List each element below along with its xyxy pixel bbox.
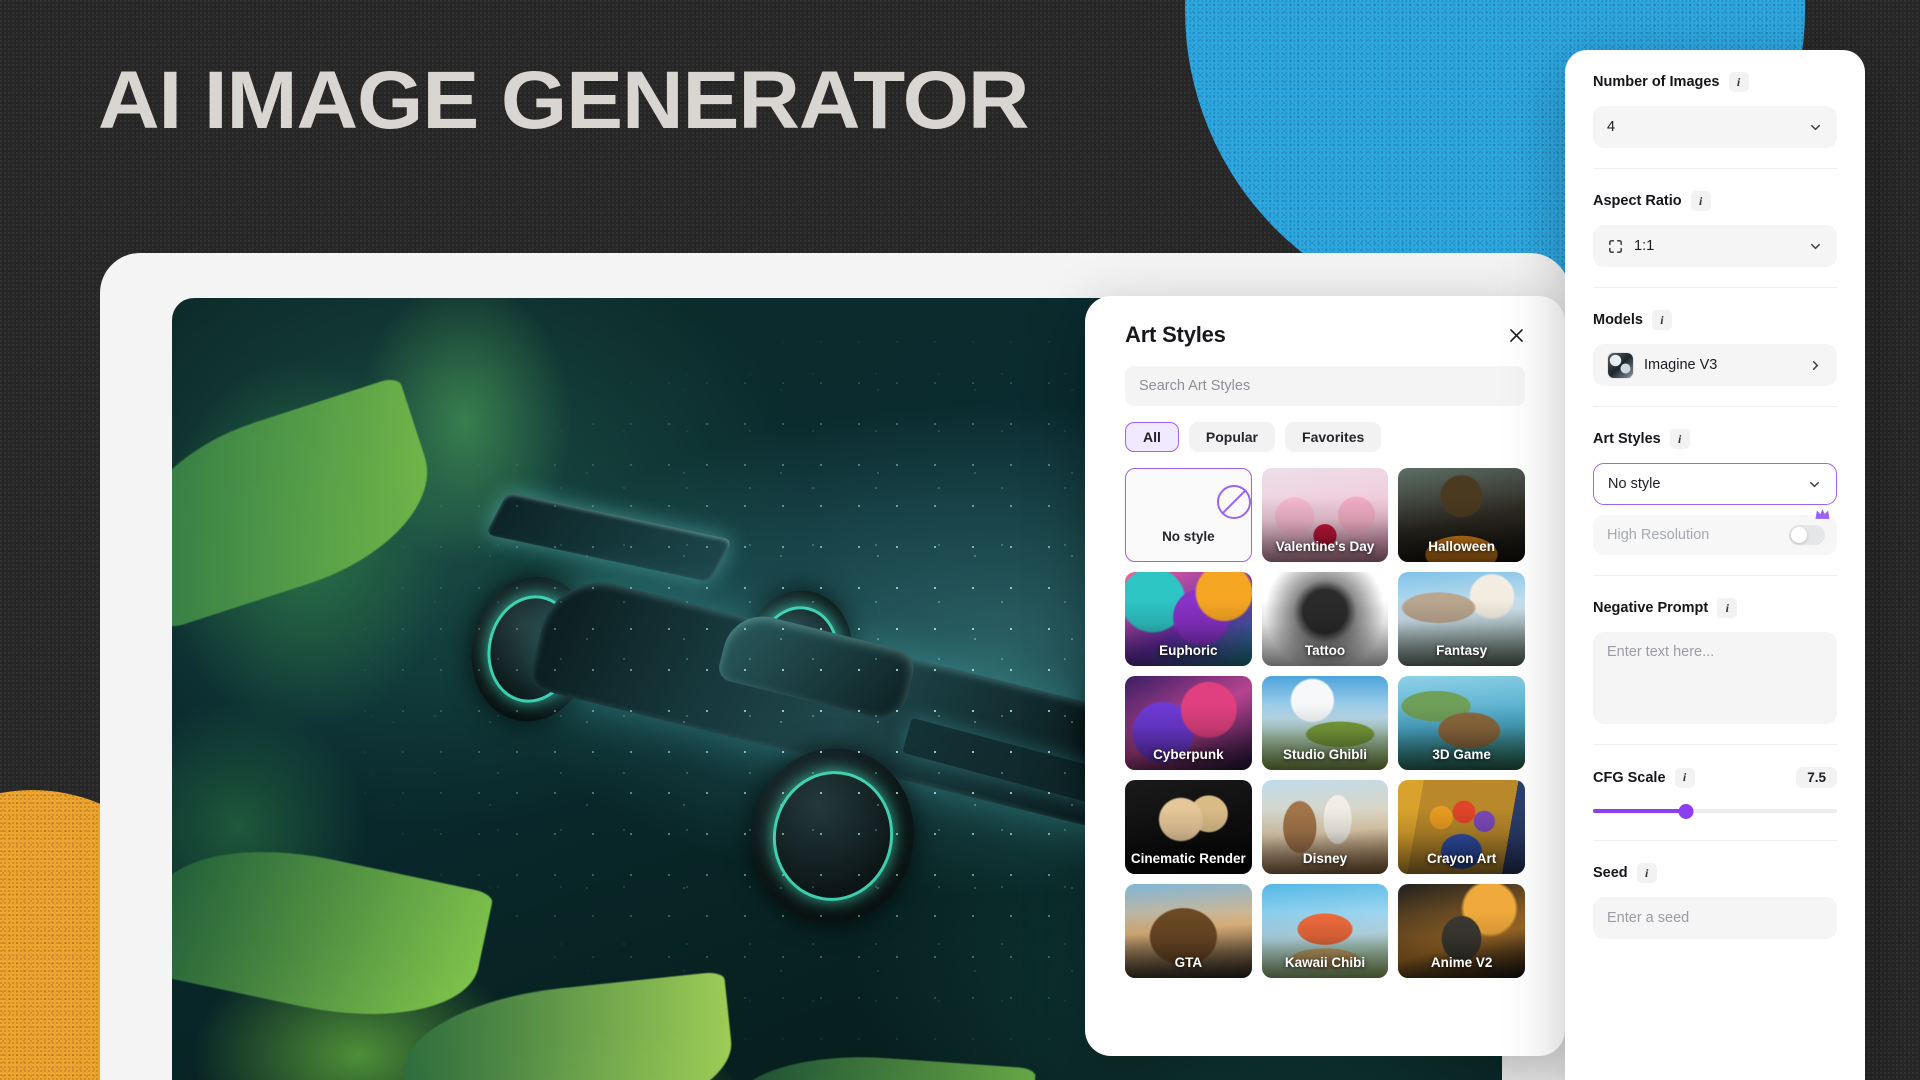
art-style-tile-tattoo[interactable]: Tattoo: [1261, 572, 1389, 666]
page-title: AI IMAGE GENERATOR: [98, 55, 1030, 146]
aspect-ratio-label-row: Aspect Ratio i: [1593, 191, 1837, 211]
art-style-tile-anime-v2[interactable]: Anime V2: [1398, 884, 1525, 978]
art-styles-value: No style: [1608, 476, 1661, 492]
art-style-label: Disney: [1302, 850, 1348, 866]
model-value: Imagine V3: [1644, 357, 1718, 373]
no-style-icon: [1216, 485, 1251, 520]
number-of-images-label-row: Number of Images i: [1593, 72, 1837, 92]
chevron-right-icon: [1812, 360, 1819, 370]
art-style-tile-cinematic-render[interactable]: Cinematic Render: [1125, 780, 1252, 874]
models-label: Models: [1593, 312, 1643, 328]
info-icon[interactable]: i: [1669, 429, 1690, 449]
art-style-tile-3d-game[interactable]: 3D Game: [1398, 676, 1525, 770]
art-style-label: No style: [1162, 529, 1215, 545]
art-styles-select[interactable]: No style: [1593, 463, 1837, 505]
filter-chip-all[interactable]: All: [1125, 422, 1179, 452]
art-styles-label: Art Styles: [1593, 431, 1661, 447]
models-label-row: Models i: [1593, 310, 1837, 330]
number-of-images-value: 4: [1607, 119, 1616, 135]
art-style-tile-crayon-art[interactable]: Crayon Art: [1398, 780, 1525, 874]
cfg-scale-value: 7.5: [1796, 767, 1837, 788]
art-style-label: Halloween: [1428, 538, 1496, 554]
aspect-ratio-select[interactable]: 1:1: [1593, 225, 1837, 267]
art-style-tile-halloween[interactable]: Halloween: [1398, 468, 1525, 562]
art-style-tile-fantasy[interactable]: Fantasy: [1398, 572, 1525, 666]
cfg-scale-label-row: CFG Scale i 7.5: [1593, 767, 1837, 788]
info-icon[interactable]: i: [1636, 863, 1657, 883]
section-art-styles: Art Styles i No style High Resolution: [1593, 407, 1837, 576]
filter-chip-favorites[interactable]: Favorites: [1285, 422, 1382, 452]
filter-chip-popular[interactable]: Popular: [1188, 422, 1276, 452]
slider-thumb[interactable]: [1678, 803, 1694, 819]
art-styles-label-row: Art Styles i: [1593, 429, 1837, 449]
page-root: AI IMAGE GENERATOR Art Styles Search Art…: [0, 0, 1920, 1080]
search-input[interactable]: [1139, 378, 1511, 394]
art-style-label: Cinematic Render: [1130, 850, 1246, 866]
art-style-tile-studio-ghibli[interactable]: Studio Ghibli: [1261, 676, 1389, 770]
art-styles-grid: No style Valentine's Day Halloween Eupho…: [1125, 468, 1525, 978]
seed-label-row: Seed i: [1593, 863, 1837, 883]
section-seed: Seed i: [1593, 841, 1837, 959]
section-models: Models i Imagine V3: [1593, 288, 1837, 407]
art-style-label: Cyberpunk: [1153, 746, 1224, 762]
art-style-label: Crayon Art: [1427, 850, 1497, 866]
art-style-label: GTA: [1174, 954, 1203, 970]
high-resolution-toggle[interactable]: [1789, 525, 1825, 545]
aspect-ratio-label: Aspect Ratio: [1593, 193, 1682, 209]
art-style-label: Valentine's Day: [1275, 538, 1375, 554]
art-style-tile-euphoric[interactable]: Euphoric: [1125, 572, 1252, 666]
info-icon[interactable]: i: [1674, 767, 1695, 788]
chevron-down-icon: [1810, 481, 1819, 487]
number-of-images-select[interactable]: 4: [1593, 106, 1837, 148]
art-style-label: 3D Game: [1432, 746, 1491, 762]
close-icon[interactable]: [1501, 320, 1531, 350]
art-style-tile-no-style[interactable]: No style: [1125, 468, 1252, 562]
art-style-tile-cyberpunk[interactable]: Cyberpunk: [1125, 676, 1252, 770]
negative-prompt-label-row: Negative Prompt i: [1593, 598, 1837, 618]
negative-prompt-label: Negative Prompt: [1593, 600, 1709, 616]
filter-chip-group: All Popular Favorites: [1125, 422, 1525, 452]
aspect-ratio-icon: [1609, 239, 1622, 253]
art-style-tile-gta[interactable]: GTA: [1125, 884, 1252, 978]
model-thumbnail: [1607, 351, 1634, 379]
model-select[interactable]: Imagine V3: [1593, 344, 1837, 386]
settings-sidebar: Number of Images i 4 Aspect Ratio i 1:1: [1565, 50, 1865, 1080]
negative-prompt-field[interactable]: [1593, 632, 1837, 724]
info-icon[interactable]: i: [1651, 310, 1672, 330]
number-of-images-label: Number of Images: [1593, 74, 1720, 90]
section-aspect-ratio: Aspect Ratio i 1:1: [1593, 169, 1837, 288]
art-styles-modal: Art Styles All Popular Favorites No styl…: [1085, 296, 1565, 1056]
negative-prompt-input[interactable]: [1607, 644, 1823, 712]
high-resolution-toggle-row[interactable]: High Resolution: [1593, 509, 1837, 555]
section-negative-prompt: Negative Prompt i: [1593, 576, 1837, 745]
modal-title: Art Styles: [1125, 322, 1226, 347]
art-style-label: Studio Ghibli: [1282, 746, 1367, 762]
art-style-tile-disney[interactable]: Disney: [1261, 780, 1389, 874]
art-style-tile-valentines-day[interactable]: Valentine's Day: [1261, 468, 1389, 562]
chevron-down-icon: [1811, 243, 1820, 249]
high-resolution-label: High Resolution: [1607, 527, 1710, 543]
art-style-tile-kawaii-chibi[interactable]: Kawaii Chibi: [1261, 884, 1389, 978]
info-icon[interactable]: i: [1690, 191, 1711, 211]
art-style-label: Anime V2: [1430, 954, 1493, 970]
info-icon[interactable]: i: [1728, 72, 1749, 92]
aspect-ratio-value: 1:1: [1634, 238, 1655, 254]
chevron-down-icon: [1811, 124, 1820, 130]
seed-label: Seed: [1593, 865, 1628, 881]
search-art-styles-field[interactable]: [1125, 366, 1525, 406]
section-cfg-scale: CFG Scale i 7.5: [1593, 745, 1837, 841]
seed-input[interactable]: [1607, 910, 1823, 926]
art-style-label: Tattoo: [1304, 642, 1346, 658]
modal-header: Art Styles: [1085, 296, 1565, 348]
crown-icon: [1815, 509, 1830, 519]
section-number-of-images: Number of Images i 4: [1593, 50, 1837, 169]
cfg-scale-label: CFG Scale: [1593, 769, 1666, 786]
slider-fill: [1593, 809, 1686, 813]
cfg-scale-slider[interactable]: [1593, 802, 1837, 820]
art-style-label: Fantasy: [1436, 642, 1488, 658]
art-style-label: Kawaii Chibi: [1284, 954, 1366, 970]
info-icon[interactable]: i: [1717, 598, 1738, 618]
seed-field[interactable]: [1593, 897, 1837, 939]
art-style-label: Euphoric: [1159, 642, 1218, 658]
